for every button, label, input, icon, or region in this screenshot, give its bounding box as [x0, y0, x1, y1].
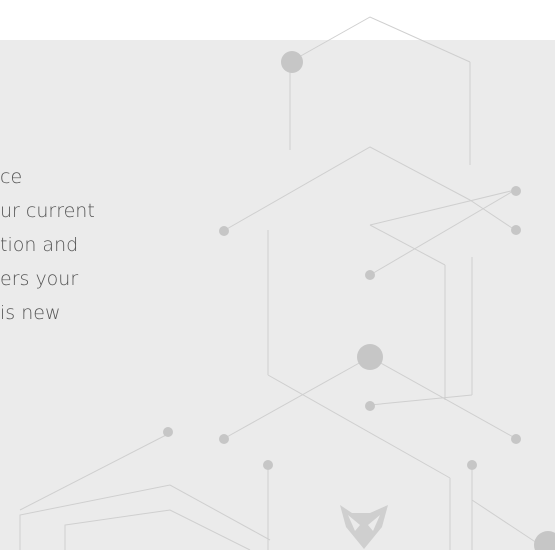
- network-node: [263, 460, 273, 470]
- owl-logo-icon: [340, 505, 388, 549]
- network-node: [511, 225, 521, 235]
- network-line: [224, 146, 471, 231]
- network-node: [219, 434, 229, 444]
- network-line: [471, 499, 541, 546]
- network-node: [511, 434, 521, 444]
- network-node: [534, 531, 555, 550]
- network-node: [511, 186, 521, 196]
- body-text-line: ur current: [0, 200, 95, 222]
- network-line: [19, 432, 171, 511]
- body-text-line: tion and: [0, 234, 79, 256]
- network-line: [369, 224, 446, 266]
- body-text-line: is new: [0, 302, 61, 324]
- body-text: ce ur current tion and ers your is new: [0, 160, 170, 330]
- network-node: [365, 401, 375, 411]
- network-line: [267, 374, 451, 479]
- network-line: [369, 189, 516, 226]
- network-line: [289, 16, 471, 63]
- network-line: [369, 394, 473, 406]
- network-node: [281, 51, 303, 73]
- network-node: [163, 427, 173, 437]
- network-node: [467, 460, 477, 470]
- network-line: [19, 484, 271, 550]
- network-node: [219, 226, 229, 236]
- network-line: [224, 356, 371, 439]
- network-node: [357, 344, 383, 370]
- network-line: [369, 189, 516, 276]
- network-node: [365, 270, 375, 280]
- body-text-line: ce: [0, 166, 23, 188]
- body-text-line: ers your: [0, 268, 79, 290]
- network-line: [469, 199, 516, 231]
- network-line: [64, 509, 251, 550]
